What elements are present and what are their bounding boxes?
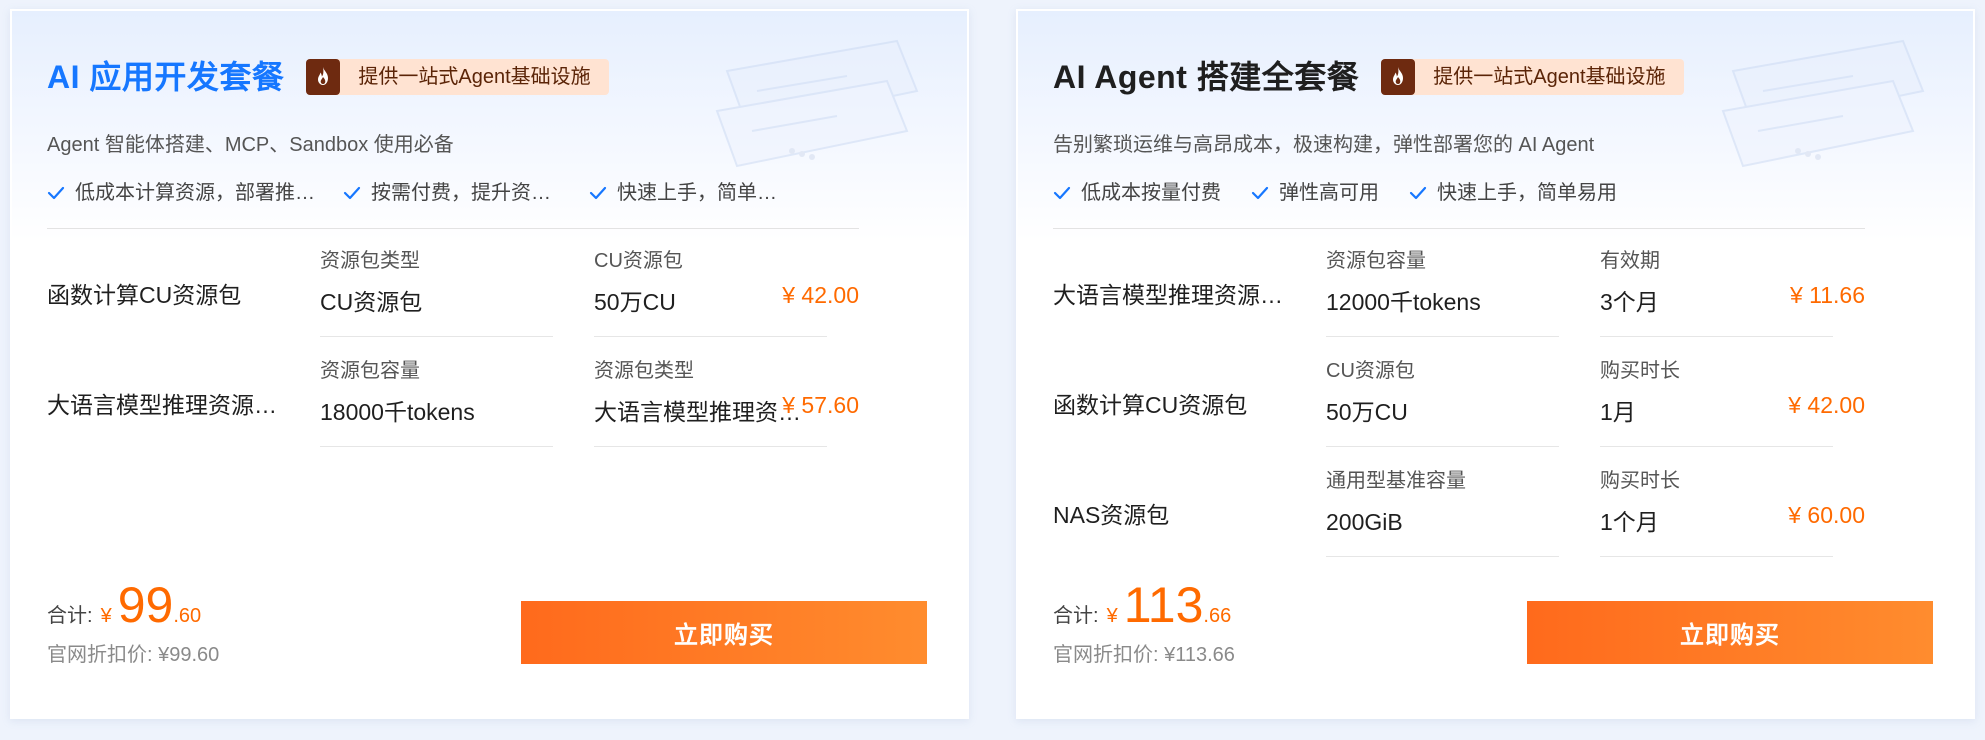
feature-list: 低成本按量付费 弹性高可用 快速上手，简单易用 (1053, 179, 1865, 207)
spec-label: 购买时长 (1600, 470, 1680, 492)
divider (1053, 228, 1865, 229)
resource-row: 函数计算CU资源包 资源包类型 CU资源包 CU资源包 50万CU ¥ 42.0… (47, 239, 859, 349)
badge-label: 提供一站式Agent基础设施 (1433, 66, 1666, 88)
spec-label: CU资源包 (594, 250, 683, 272)
feature-item: 低成本按量付费 (1053, 179, 1221, 207)
feature-text: 快速上手，简单… (617, 182, 777, 204)
spec-value: CU资源包 (320, 289, 423, 315)
total-price: 合计: ¥ 99 .60 (47, 577, 201, 633)
resource-name: 大语言模型推理资源… (1053, 282, 1283, 308)
feature-item: 低成本计算资源，部署推理… (47, 179, 325, 207)
total-decimal: .60 (173, 605, 202, 627)
spec-value: 50万CU (1326, 399, 1408, 425)
package-subtitle: Agent 智能体搭建、MCP、Sandbox 使用必备 (47, 134, 454, 156)
buy-now-button[interactable]: 立即购买 (1527, 601, 1933, 664)
total-price: 合计: ¥ 113 .66 (1053, 577, 1231, 633)
check-icon (589, 186, 607, 200)
resource-spec: 资源包类型 CU资源包 (320, 239, 553, 337)
package-title: AI 应用开发套餐 (47, 59, 285, 95)
resource-name: NAS资源包 (1053, 502, 1170, 528)
check-icon (1251, 186, 1269, 200)
original-price: 官网折扣价: ¥113.66 (1053, 644, 1235, 666)
spec-value: 200GiB (1326, 509, 1403, 535)
check-icon (1409, 186, 1427, 200)
card-header: AI 应用开发套餐 提供一站式Agent基础设施 (47, 57, 609, 97)
spec-value: 12000千tokens (1326, 289, 1481, 315)
feature-text: 低成本按量付费 (1081, 182, 1221, 204)
package-card-app-dev: AI 应用开发套餐 提供一站式Agent基础设施 Agent 智能体搭建、MCP… (10, 9, 969, 719)
spec-label: 购买时长 (1600, 360, 1680, 382)
check-icon (343, 186, 361, 200)
spec-label: CU资源包 (1326, 360, 1415, 382)
currency-symbol: ¥ (100, 605, 112, 627)
feature-badge: 提供一站式Agent基础设施 (1381, 59, 1684, 95)
feature-item: 按需付费，提升资源利… (343, 179, 569, 207)
total-decimal: .66 (1203, 605, 1232, 627)
package-title: AI Agent 搭建全套餐 (1053, 59, 1360, 95)
package-card-agent: AI Agent 搭建全套餐 提供一站式Agent基础设施 告别繁琐运维与高昂成… (1016, 9, 1975, 719)
total-label: 合计: (1053, 605, 1099, 627)
badge-label: 提供一站式Agent基础设施 (358, 66, 591, 88)
spec-label: 资源包类型 (320, 250, 420, 272)
original-price: 官网折扣价: ¥99.60 (47, 644, 220, 666)
resource-spec: 资源包容量 12000千tokens (1326, 239, 1559, 337)
resource-spec: 通用型基准容量 200GiB (1326, 459, 1559, 557)
resource-name: 函数计算CU资源包 (47, 282, 242, 308)
spec-label: 通用型基准容量 (1326, 470, 1466, 492)
buy-now-button[interactable]: 立即购买 (521, 601, 927, 664)
resource-list: 函数计算CU资源包 资源包类型 CU资源包 CU资源包 50万CU ¥ 42.0… (47, 239, 859, 459)
total-label: 合计: (47, 605, 93, 627)
divider (47, 228, 859, 229)
resource-price: ¥ 11.66 (1789, 282, 1865, 308)
total-integer: 113 (1123, 577, 1204, 633)
feature-list: 低成本计算资源，部署推理… 按需付费，提升资源利… 快速上手，简单… (47, 179, 859, 207)
resource-price: ¥ 42.00 (1788, 392, 1865, 418)
resource-list: 大语言模型推理资源… 资源包容量 12000千tokens 有效期 3个月 ¥ … (1053, 239, 1865, 569)
resource-name: 函数计算CU资源包 (1053, 392, 1248, 418)
feature-text: 快速上手，简单易用 (1437, 182, 1617, 204)
spec-label: 资源包类型 (594, 360, 694, 382)
resource-row: 大语言模型推理资源… 资源包容量 12000千tokens 有效期 3个月 ¥ … (1053, 239, 1865, 349)
resource-price: ¥ 57.60 (782, 392, 859, 418)
resource-row: NAS资源包 通用型基准容量 200GiB 购买时长 1个月 ¥ 60.00 (1053, 459, 1865, 569)
flame-icon (306, 59, 341, 95)
feature-text: 按需付费，提升资源利… (371, 182, 569, 204)
resource-spec: CU资源包 50万CU (1326, 349, 1559, 447)
feature-badge: 提供一站式Agent基础设施 (306, 59, 609, 95)
package-subtitle: 告别繁琐运维与高昂成本，极速构建，弹性部署您的 AI Agent (1053, 134, 1595, 156)
feature-item: 快速上手，简单… (589, 179, 799, 207)
card-header: AI Agent 搭建全套餐 提供一站式Agent基础设施 (1053, 57, 1684, 97)
check-icon (47, 186, 65, 200)
resource-row: 函数计算CU资源包 CU资源包 50万CU 购买时长 1月 ¥ 42.00 (1053, 349, 1865, 459)
spec-label: 资源包容量 (320, 360, 420, 382)
resource-price: ¥ 42.00 (782, 282, 859, 308)
resource-row: 大语言模型推理资源… 资源包容量 18000千tokens 资源包类型 大语言模… (47, 349, 859, 459)
feature-item: 弹性高可用 (1251, 179, 1379, 207)
check-icon (1053, 186, 1071, 200)
total-integer: 99 (117, 577, 174, 633)
currency-symbol: ¥ (1106, 605, 1118, 627)
spec-label: 资源包容量 (1326, 250, 1426, 272)
spec-label: 有效期 (1600, 250, 1660, 272)
resource-spec: 资源包容量 18000千tokens (320, 349, 553, 447)
feature-text: 低成本计算资源，部署推理… (75, 182, 325, 204)
resource-name: 大语言模型推理资源… (47, 392, 277, 418)
resource-price: ¥ 60.00 (1788, 502, 1865, 528)
feature-item: 快速上手，简单易用 (1409, 179, 1617, 207)
feature-text: 弹性高可用 (1279, 182, 1379, 204)
flame-icon (1381, 59, 1416, 95)
spec-value: 18000千tokens (320, 399, 475, 425)
